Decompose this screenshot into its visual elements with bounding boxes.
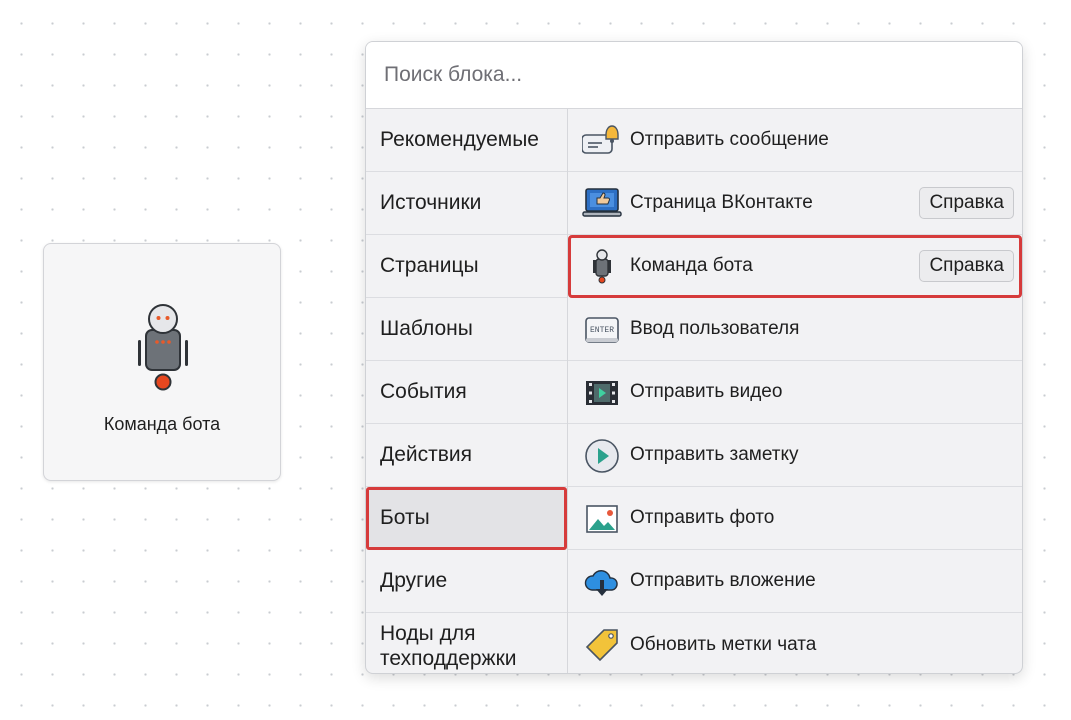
block-label: Отправить видео — [630, 381, 783, 402]
block-item-vk-page[interactable]: Страница ВКонтакте Справка — [568, 172, 1022, 235]
block-label: Команда бота — [630, 255, 753, 276]
block-item-send-video[interactable]: Отправить видео — [568, 361, 1022, 424]
image-icon — [582, 501, 622, 537]
block-label: Отправить вложение — [630, 570, 816, 591]
search-bar — [366, 42, 1022, 109]
block-item-update-chat-tags[interactable]: Обновить метки чата — [568, 613, 1022, 673]
robot-icon — [134, 302, 192, 394]
block-label: Страница ВКонтакте — [630, 192, 813, 213]
category-item-events[interactable]: События — [366, 361, 567, 424]
category-item-other[interactable]: Другие — [366, 550, 567, 613]
block-list: Отправить сообщение Страница ВКонтакте С… — [568, 109, 1022, 673]
category-item-pages[interactable]: Страницы — [366, 235, 567, 298]
category-list: Рекомендуемые Источники Страницы Шаблоны… — [366, 109, 568, 673]
help-button[interactable]: Справка — [919, 250, 1014, 282]
play-circle-icon — [582, 438, 622, 474]
cloud-download-icon — [582, 564, 622, 600]
bot-command-node[interactable]: Команда бота — [43, 243, 281, 481]
block-item-send-photo[interactable]: Отправить фото — [568, 487, 1022, 550]
laptop-like-icon — [582, 186, 622, 222]
block-label: Ввод пользователя — [630, 318, 800, 339]
message-bell-icon — [582, 123, 622, 159]
block-item-send-message[interactable]: Отправить сообщение — [568, 109, 1022, 172]
category-item-sources[interactable]: Источники — [366, 172, 567, 235]
block-item-bot-command[interactable]: Команда бота Справка — [568, 235, 1022, 298]
help-button[interactable]: Справка — [919, 187, 1014, 219]
block-label: Отправить сообщение — [630, 129, 829, 150]
film-strip-icon — [582, 375, 622, 411]
robot-icon — [582, 249, 622, 285]
block-label: Обновить метки чата — [630, 633, 817, 655]
category-item-actions[interactable]: Действия — [366, 424, 567, 487]
category-item-bots[interactable]: Боты — [366, 487, 567, 550]
category-item-support-nodes[interactable]: Ноды для техподдержки — [366, 613, 567, 673]
block-picker-panel: Рекомендуемые Источники Страницы Шаблоны… — [365, 41, 1023, 674]
category-item-templates[interactable]: Шаблоны — [366, 298, 567, 361]
search-input[interactable] — [366, 42, 1022, 108]
block-item-send-note[interactable]: Отправить заметку — [568, 424, 1022, 487]
block-item-send-attachment[interactable]: Отправить вложение — [568, 550, 1022, 613]
node-label: Команда бота — [103, 414, 221, 434]
svg-text:ENTER: ENTER — [590, 326, 614, 335]
enter-key-icon: ENTER — [582, 312, 622, 348]
block-label: Отправить фото — [630, 507, 775, 528]
block-item-user-input[interactable]: ENTER Ввод пользователя — [568, 298, 1022, 361]
tag-icon — [582, 627, 622, 663]
block-label: Отправить заметку — [630, 444, 799, 465]
category-item-recommended[interactable]: Рекомендуемые — [366, 109, 567, 172]
